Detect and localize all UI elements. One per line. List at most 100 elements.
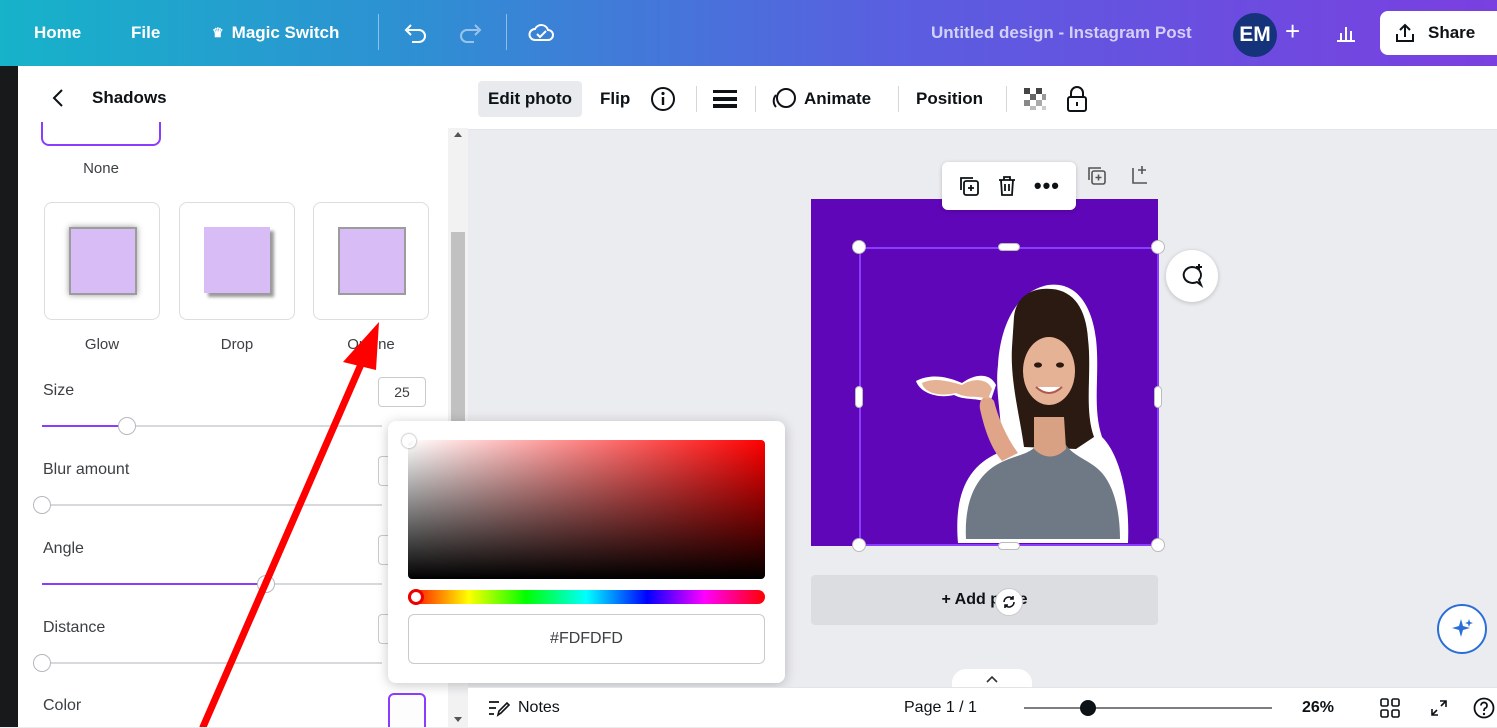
magic-switch-label: Magic Switch: [231, 23, 340, 42]
distance-slider-thumb[interactable]: [33, 654, 51, 672]
effect-none-label: None: [83, 160, 119, 177]
document-title-text: Untitled design - Instagram Post: [931, 23, 1192, 42]
scroll-down-arrow-icon[interactable]: [454, 717, 462, 722]
angle-slider-fill: [42, 583, 267, 585]
zoom-percentage[interactable]: 26%: [1302, 688, 1334, 728]
resize-handle-top[interactable]: [998, 243, 1020, 251]
effect-outline-label: Outline: [347, 336, 395, 353]
distance-label: Distance: [43, 619, 106, 636]
top-bar: Home File ♛ Magic Switch Untitled design…: [0, 0, 1497, 66]
color-picker-popover: [388, 421, 785, 683]
resize-handle-tl[interactable]: [852, 240, 866, 254]
duplicate-page-icon[interactable]: [1087, 166, 1107, 186]
transparency-button[interactable]: [1022, 81, 1048, 117]
rotate-icon: [1003, 596, 1015, 608]
grid-view-icon: [1380, 698, 1400, 718]
divider: [506, 14, 507, 50]
resize-handle-left[interactable]: [855, 386, 863, 408]
effect-outline-option[interactable]: [313, 202, 429, 320]
info-icon: [651, 87, 675, 111]
trash-icon[interactable]: [996, 175, 1018, 197]
lock-button[interactable]: [1066, 81, 1088, 117]
effect-drop-option[interactable]: [179, 202, 295, 320]
animate-label: Animate: [804, 89, 872, 108]
divider: [378, 14, 379, 50]
size-value-input[interactable]: 25: [378, 377, 426, 407]
user-avatar[interactable]: EM: [1233, 13, 1277, 57]
magic-assistant-button[interactable]: [1437, 604, 1487, 654]
resize-handle-br[interactable]: [1151, 538, 1165, 552]
help-icon: [1473, 697, 1495, 719]
rotate-handle[interactable]: [995, 588, 1023, 616]
hue-slider-thumb[interactable]: [408, 589, 424, 605]
resize-handle-bottom[interactable]: [998, 542, 1020, 550]
magic-switch-button[interactable]: ♛ Magic Switch: [212, 0, 339, 66]
comment-plus-icon: [1182, 264, 1204, 288]
chevron-up-icon: [986, 675, 998, 683]
blur-slider-thumb[interactable]: [33, 496, 51, 514]
panel-title: Shadows: [92, 88, 167, 107]
resize-handle-tr[interactable]: [1151, 240, 1165, 254]
angle-slider-thumb[interactable]: [257, 575, 276, 593]
scroll-up-arrow-icon[interactable]: [454, 132, 462, 137]
share-upload-icon: [1396, 23, 1414, 42]
border-style-button[interactable]: [712, 81, 738, 117]
flip-button[interactable]: Flip: [600, 81, 630, 117]
position-button[interactable]: Position: [916, 81, 983, 117]
effect-none-option[interactable]: [41, 122, 161, 146]
size-slider-thumb[interactable]: [118, 417, 136, 435]
grid-view-button[interactable]: [1380, 688, 1400, 728]
share-label: Share: [1428, 23, 1476, 42]
page-indicator[interactable]: Page 1 / 1: [904, 688, 977, 728]
color-swatch-button[interactable]: [388, 693, 426, 727]
back-chevron-icon[interactable]: [48, 87, 70, 109]
animate-icon: [772, 88, 796, 108]
edit-photo-button[interactable]: Edit photo: [478, 81, 583, 117]
hue-slider[interactable]: [408, 590, 765, 604]
resize-handle-bl[interactable]: [852, 538, 866, 552]
selection-box[interactable]: [859, 247, 1159, 546]
more-options-icon[interactable]: •••: [1034, 175, 1060, 197]
expand-icon: [1431, 700, 1447, 716]
floating-element-toolbar: •••: [942, 162, 1076, 210]
divider: [898, 86, 899, 112]
zoom-slider-thumb[interactable]: [1080, 700, 1097, 716]
size-slider[interactable]: [42, 417, 382, 435]
invite-plus-button[interactable]: +: [1285, 16, 1300, 46]
redo-icon: [460, 24, 482, 43]
effect-drop-label: Drop: [220, 336, 254, 353]
help-button[interactable]: [1473, 688, 1495, 728]
zoom-slider[interactable]: [1024, 700, 1272, 716]
undo-button[interactable]: [402, 0, 428, 66]
blur-amount-slider[interactable]: [33, 496, 382, 514]
animate-button[interactable]: Animate: [772, 81, 871, 117]
save-status-button[interactable]: [527, 0, 555, 66]
distance-slider[interactable]: [33, 654, 382, 672]
duplicate-icon[interactable]: [958, 175, 980, 197]
share-button[interactable]: Share: [1380, 11, 1497, 55]
divider: [696, 86, 697, 112]
glow-preview: [69, 227, 137, 295]
collapse-pages-button[interactable]: [952, 669, 1032, 689]
left-rail: [0, 66, 18, 727]
home-button[interactable]: Home: [34, 0, 81, 66]
info-button[interactable]: [650, 81, 676, 117]
redo-button[interactable]: [458, 0, 484, 66]
add-page-icon[interactable]: [1129, 164, 1151, 186]
notes-button[interactable]: Notes: [488, 688, 560, 728]
panel-header: Shadows: [18, 66, 468, 130]
angle-slider[interactable]: [42, 575, 382, 593]
insights-button[interactable]: [1326, 14, 1366, 52]
saturation-cursor[interactable]: [402, 434, 416, 448]
document-title[interactable]: Untitled design - Instagram Post: [931, 0, 1192, 66]
resize-handle-right[interactable]: [1154, 386, 1162, 408]
outline-preview: [338, 227, 406, 295]
fullscreen-button[interactable]: [1430, 688, 1448, 728]
hex-color-input[interactable]: [408, 614, 765, 664]
file-menu-button[interactable]: File: [131, 0, 160, 66]
add-comment-button[interactable]: [1166, 250, 1218, 302]
transparency-checker-icon: [1024, 88, 1046, 110]
add-page-button[interactable]: + Add page: [811, 575, 1158, 625]
effect-glow-option[interactable]: [44, 202, 160, 320]
saturation-value-area[interactable]: [408, 440, 765, 579]
